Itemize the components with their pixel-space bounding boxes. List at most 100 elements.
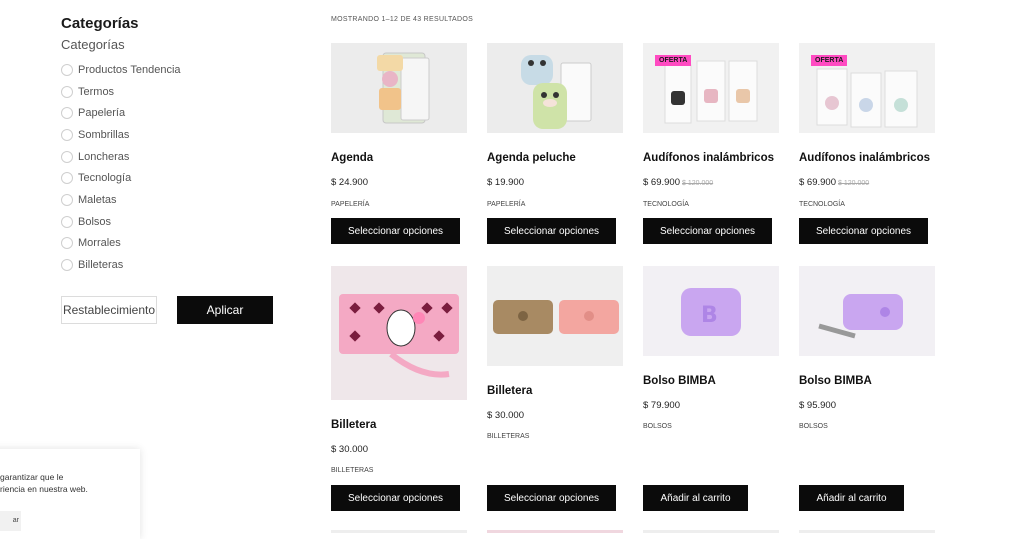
agenda-image bbox=[331, 43, 467, 133]
reset-button[interactable]: Restablecimiento bbox=[61, 296, 157, 324]
product-name[interactable]: Bolso BIMBA bbox=[643, 375, 716, 387]
product-image[interactable] bbox=[331, 43, 467, 133]
radio-icon[interactable] bbox=[61, 237, 73, 250]
category-option-maletas[interactable]: Maletas bbox=[61, 189, 291, 211]
cookie-accept-button[interactable]: ar bbox=[0, 511, 21, 531]
category-label: Billeteras bbox=[78, 259, 124, 272]
cookie-text-line: garantizar que le bbox=[0, 472, 64, 482]
category-option-billeteras[interactable]: Billeteras bbox=[61, 254, 291, 276]
add-to-cart-button[interactable]: Añadir al carrito bbox=[643, 485, 748, 511]
product-name[interactable]: Audífonos inalámbricos bbox=[799, 152, 930, 164]
product-price: $ 30.000 bbox=[331, 444, 368, 455]
filter-title: Categorías bbox=[61, 15, 139, 32]
category-option-morrales[interactable]: Morrales bbox=[61, 233, 291, 255]
filter-subtitle: Categorías bbox=[61, 37, 125, 52]
billetera-image bbox=[331, 266, 467, 400]
cookie-text: garantizar que le riencia en nuestra web… bbox=[0, 471, 88, 495]
radio-icon[interactable] bbox=[61, 172, 73, 185]
category-option-papeleria[interactable]: Papelería bbox=[61, 102, 291, 124]
current-price: $ 30.000 bbox=[487, 410, 524, 421]
bolso-image: B bbox=[643, 266, 779, 356]
product-category[interactable]: BILLETERAS bbox=[487, 433, 529, 440]
product-name[interactable]: Agenda peluche bbox=[487, 152, 576, 164]
old-price: $ 120.000 bbox=[681, 180, 714, 187]
product-price: $ 79.900 bbox=[643, 400, 680, 411]
product-image[interactable]: OFERTA bbox=[643, 43, 779, 133]
bolso-image bbox=[799, 266, 935, 356]
cookie-notice: garantizar que le riencia en nuestra web… bbox=[0, 449, 140, 539]
select-options-button[interactable]: Seleccionar opciones bbox=[331, 485, 460, 511]
cookie-text-line: riencia en nuestra web. bbox=[0, 484, 88, 494]
current-price: $ 24.900 bbox=[331, 177, 368, 188]
select-options-button[interactable]: Seleccionar opciones bbox=[487, 485, 616, 511]
current-price: $ 30.000 bbox=[331, 444, 368, 455]
category-label: Maletas bbox=[78, 193, 117, 206]
product-image[interactable]: OFERTA bbox=[799, 43, 935, 133]
product-price: $ 19.900 bbox=[487, 177, 524, 188]
product-name[interactable]: Billetera bbox=[487, 385, 532, 397]
product-category[interactable]: BOLSOS bbox=[643, 423, 672, 430]
product-name[interactable]: Bolso BIMBA bbox=[799, 375, 872, 387]
product-name[interactable]: Audífonos inalámbricos bbox=[643, 152, 774, 164]
category-label: Loncheras bbox=[78, 150, 130, 163]
category-option-productos-tendencia[interactable]: Productos Tendencia bbox=[61, 59, 291, 81]
product-category[interactable]: PAPELERÍA bbox=[487, 201, 525, 208]
category-label: Termos bbox=[78, 85, 115, 98]
radio-icon[interactable] bbox=[61, 193, 73, 206]
category-label: Papelería bbox=[78, 107, 126, 120]
category-label: Morrales bbox=[78, 237, 121, 250]
sale-badge: OFERTA bbox=[811, 55, 848, 66]
billetera-image bbox=[487, 266, 623, 366]
product-name[interactable]: Agenda bbox=[331, 152, 373, 164]
category-label: Sombrillas bbox=[78, 128, 130, 141]
category-option-bolsos[interactable]: Bolsos bbox=[61, 211, 291, 233]
product-price: $ 69.900 $ 120.000 bbox=[643, 177, 713, 188]
product-price: $ 30.000 bbox=[487, 410, 524, 421]
product-price: $ 69.900 $ 120.000 bbox=[799, 177, 869, 188]
category-filter-panel: Categorías Categorías Productos Tendenci… bbox=[61, 15, 291, 324]
radio-icon[interactable] bbox=[61, 150, 73, 163]
category-option-termos[interactable]: Termos bbox=[61, 81, 291, 103]
sale-badge: OFERTA bbox=[655, 55, 692, 66]
current-price: $ 95.900 bbox=[799, 400, 836, 411]
select-options-button[interactable]: Seleccionar opciones bbox=[331, 218, 460, 244]
agenda-peluche-image bbox=[487, 43, 623, 133]
radio-icon[interactable] bbox=[61, 259, 73, 272]
current-price: $ 19.900 bbox=[487, 177, 524, 188]
product-category[interactable]: TECNOLOGÍA bbox=[643, 201, 689, 208]
product-image[interactable] bbox=[799, 266, 935, 356]
product-category[interactable]: TECNOLOGÍA bbox=[799, 201, 845, 208]
product-image[interactable]: B bbox=[643, 266, 779, 356]
category-list: Productos Tendencia Termos Papelería Som… bbox=[61, 59, 291, 276]
category-option-sombrillas[interactable]: Sombrillas bbox=[61, 124, 291, 146]
svg-text:B: B bbox=[701, 303, 718, 328]
select-options-button[interactable]: Seleccionar opciones bbox=[799, 218, 928, 244]
product-price: $ 24.900 bbox=[331, 177, 368, 188]
product-category[interactable]: PAPELERÍA bbox=[331, 201, 369, 208]
radio-icon[interactable] bbox=[61, 215, 73, 228]
product-name[interactable]: Billetera bbox=[331, 419, 376, 431]
product-category[interactable]: BILLETERAS bbox=[331, 467, 373, 474]
add-to-cart-button[interactable]: Añadir al carrito bbox=[799, 485, 904, 511]
category-label: Tecnología bbox=[78, 172, 132, 185]
category-option-loncheras[interactable]: Loncheras bbox=[61, 146, 291, 168]
radio-icon[interactable] bbox=[61, 63, 73, 76]
product-image[interactable] bbox=[331, 266, 467, 400]
radio-icon[interactable] bbox=[61, 128, 73, 141]
result-count: MOSTRANDO 1–12 DE 43 RESULTADOS bbox=[331, 16, 474, 23]
product-image[interactable] bbox=[487, 43, 623, 133]
current-price: $ 69.900 bbox=[643, 177, 680, 188]
category-label: Productos Tendencia bbox=[78, 63, 181, 76]
category-option-tecnologia[interactable]: Tecnología bbox=[61, 167, 291, 189]
current-price: $ 79.900 bbox=[643, 400, 680, 411]
radio-icon[interactable] bbox=[61, 85, 73, 98]
radio-icon[interactable] bbox=[61, 107, 73, 120]
old-price: $ 120.000 bbox=[837, 180, 870, 187]
apply-button[interactable]: Aplicar bbox=[177, 296, 273, 324]
current-price: $ 69.900 bbox=[799, 177, 836, 188]
product-category[interactable]: BOLSOS bbox=[799, 423, 828, 430]
product-image[interactable] bbox=[487, 266, 623, 366]
product-price: $ 95.900 bbox=[799, 400, 836, 411]
select-options-button[interactable]: Seleccionar opciones bbox=[487, 218, 616, 244]
select-options-button[interactable]: Seleccionar opciones bbox=[643, 218, 772, 244]
